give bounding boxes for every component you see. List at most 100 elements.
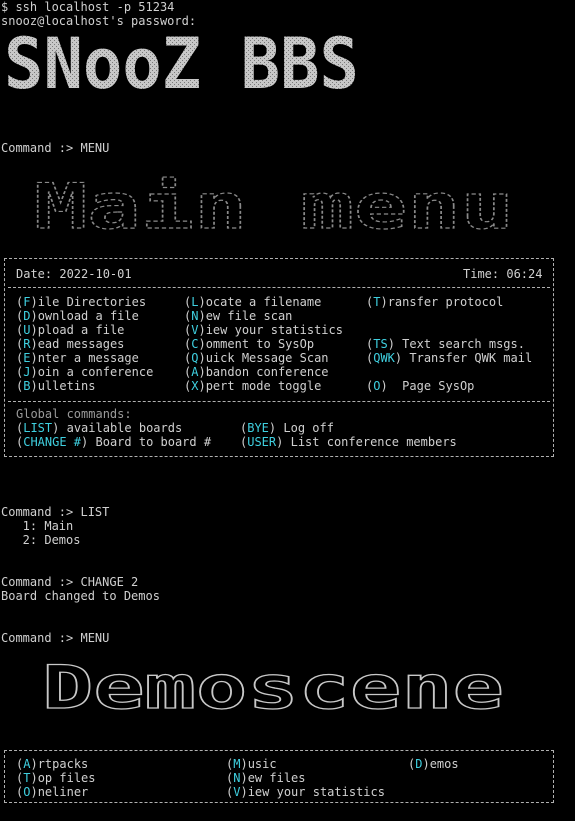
demos-option-m[interactable]: (M)usic bbox=[226, 757, 277, 771]
command-line-menu: Command :> MENU bbox=[1, 141, 110, 155]
demos-option-o[interactable]: (O)neliner bbox=[16, 785, 88, 799]
hotkey: CHANGE # bbox=[23, 435, 82, 449]
menu-item-label: usic bbox=[247, 757, 277, 771]
paren-close: ) bbox=[198, 323, 206, 337]
menu-item-label: Log off bbox=[276, 421, 334, 435]
demos-option-a[interactable]: (A)rtpacks bbox=[16, 757, 88, 771]
menu-item-label: Page SysOp bbox=[387, 379, 475, 393]
paren-close: ) bbox=[198, 379, 206, 393]
menu-item-label: ew file scan bbox=[205, 309, 293, 323]
paren-close: ) bbox=[422, 757, 430, 771]
paren-close: ) bbox=[30, 757, 38, 771]
command-line-list: Command :> LIST bbox=[1, 505, 110, 519]
menu-item-label: op files bbox=[37, 771, 96, 785]
paren-close: ) bbox=[240, 785, 248, 799]
command-line-change: Command :> CHANGE 2 bbox=[1, 575, 139, 589]
paren-close: ) bbox=[30, 771, 38, 785]
menu-option-a[interactable]: (A)bandon conference bbox=[184, 365, 329, 379]
board-list-item: 1: Main bbox=[1, 519, 74, 533]
paren-close: ) bbox=[198, 309, 206, 323]
paren-close: ) bbox=[30, 379, 38, 393]
hotkey: QWK bbox=[373, 351, 395, 365]
svg-text:Main menu: Main menu bbox=[34, 170, 514, 238]
menu-item-label: available boards bbox=[59, 421, 183, 435]
menu-item-label: uick Message Scan bbox=[205, 351, 329, 365]
global-command-bye[interactable]: (BYE) Log off bbox=[240, 421, 334, 435]
paren-close: ) bbox=[198, 295, 206, 309]
paren-close: ) bbox=[30, 295, 38, 309]
menu-option-o[interactable]: (O) Page SysOp bbox=[366, 379, 474, 393]
command-line-menu: Command :> MENU bbox=[1, 631, 110, 645]
svg-text:Demoscene: Demoscene bbox=[42, 653, 504, 722]
menu-item-label: ile Directories bbox=[37, 295, 147, 309]
paren-close: ) bbox=[30, 323, 38, 337]
paren-close: ) bbox=[198, 337, 206, 351]
hotkey: TS bbox=[373, 337, 388, 351]
demos-option-n[interactable]: (N)ew files bbox=[226, 771, 306, 785]
global-command-list[interactable]: (LIST) available boards bbox=[16, 421, 182, 435]
menu-option-ts[interactable]: (TS) Text search msgs. bbox=[366, 337, 525, 351]
menu-option-j[interactable]: (J)oin a conference bbox=[16, 365, 153, 379]
menu-item-label: oin a conference bbox=[37, 365, 154, 379]
menu-option-v[interactable]: (V)iew your statistics bbox=[184, 323, 343, 337]
menu-option-f[interactable]: (F)ile Directories bbox=[16, 295, 146, 309]
menu-item-label: pload a file bbox=[37, 323, 125, 337]
menu-item-label: iew your statistics bbox=[247, 785, 385, 799]
hotkey: BYE bbox=[247, 421, 269, 435]
main-menu-ascii-title: Main menu bbox=[33, 169, 514, 238]
menu-item-label: ead messages bbox=[37, 337, 125, 351]
paren-close: ) bbox=[30, 351, 38, 365]
menu-item-label: emos bbox=[429, 757, 459, 771]
menu-option-qwk[interactable]: (QWK) Transfer QWK mail bbox=[366, 351, 532, 365]
ssh-command-line: $ ssh localhost -p 51234 bbox=[1, 0, 175, 14]
menu-item-label: rtpacks bbox=[37, 757, 89, 771]
global-commands-label: Global commands: bbox=[16, 407, 132, 421]
paren-close: ) bbox=[30, 337, 38, 351]
paren-close: ) bbox=[30, 365, 38, 379]
menu-item-label: bandon conference bbox=[205, 365, 329, 379]
paren-close: ) bbox=[198, 365, 206, 379]
menu-option-t[interactable]: (T)ransfer protocol bbox=[366, 295, 503, 309]
hotkey: USER bbox=[247, 435, 277, 449]
demos-option-t[interactable]: (T)op files bbox=[16, 771, 96, 785]
divider bbox=[8, 401, 550, 402]
paren-close: ) bbox=[380, 295, 388, 309]
menu-item-label: iew your statistics bbox=[205, 323, 343, 337]
menu-option-d[interactable]: (D)ownload a file bbox=[16, 309, 139, 323]
menu-item-label: ransfer protocol bbox=[387, 295, 504, 309]
menu-time: Time: 06:24 bbox=[463, 267, 543, 281]
paren-close: ) bbox=[380, 379, 388, 393]
global-command-user[interactable]: (USER) List conference members bbox=[240, 435, 457, 449]
board-changed-message: Board changed to Demos bbox=[1, 589, 160, 603]
global-command-change[interactable]: (CHANGE #) Board to board # bbox=[16, 435, 211, 449]
menu-option-q[interactable]: (Q)uick Message Scan bbox=[184, 351, 329, 365]
menu-item-label: nter a message bbox=[37, 351, 139, 365]
paren-close: ) bbox=[198, 351, 206, 365]
password-prompt: snooz@localhost's password: bbox=[1, 14, 197, 28]
demoscene-ascii-title: Demoscene bbox=[41, 652, 504, 722]
terminal-window[interactable]: $ ssh localhost -p 51234 snooz@localhost… bbox=[0, 0, 575, 821]
menu-option-n[interactable]: (N)ew file scan bbox=[184, 309, 292, 323]
menu-option-r[interactable]: (R)ead messages bbox=[16, 337, 124, 351]
menu-option-u[interactable]: (U)pload a file bbox=[16, 323, 124, 337]
paren-close: ) bbox=[240, 771, 248, 785]
menu-option-l[interactable]: (L)ocate a filename bbox=[184, 295, 321, 309]
menu-item-label: pert mode toggle bbox=[205, 379, 322, 393]
menu-item-label: Board to board # bbox=[88, 435, 212, 449]
menu-item-label: Transfer QWK mail bbox=[402, 351, 533, 365]
board-list-item: 2: Demos bbox=[1, 533, 81, 547]
hotkey: LIST bbox=[23, 421, 53, 435]
paren-close: ) bbox=[30, 309, 38, 323]
demos-option-d[interactable]: (D)emos bbox=[408, 757, 459, 771]
divider bbox=[8, 287, 550, 288]
menu-option-b[interactable]: (B)ulletins bbox=[16, 379, 96, 393]
demos-option-v[interactable]: (V)iew your statistics bbox=[226, 785, 385, 799]
menu-item-label: ew files bbox=[247, 771, 306, 785]
menu-option-x[interactable]: (X)pert mode toggle bbox=[184, 379, 321, 393]
svg-text:SNooZ BBS: SNooZ BBS bbox=[4, 34, 359, 96]
paren-close: ) bbox=[387, 337, 395, 351]
menu-option-c[interactable]: (C)omment to SysOp bbox=[184, 337, 314, 351]
menu-option-e[interactable]: (E)nter a message bbox=[16, 351, 139, 365]
menu-item-label: neliner bbox=[37, 785, 89, 799]
menu-item-label: ownload a file bbox=[37, 309, 139, 323]
